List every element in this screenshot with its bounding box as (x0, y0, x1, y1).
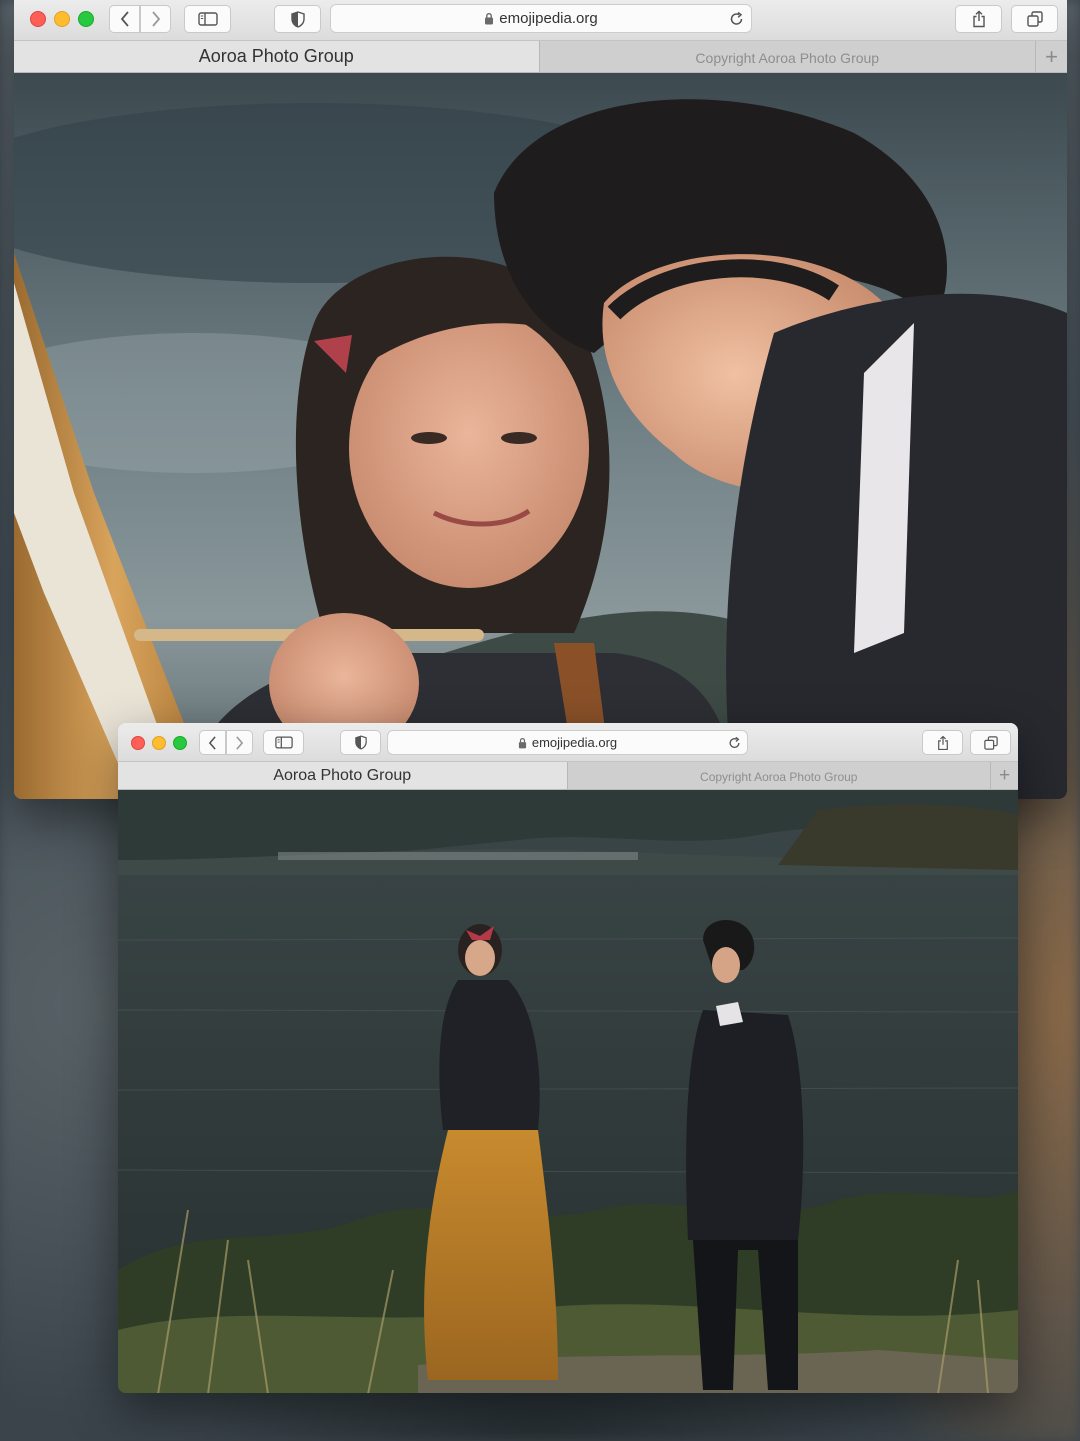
share-icon (937, 735, 948, 750)
lakeside-photo (118, 790, 1018, 1393)
sidebar-button[interactable] (184, 5, 231, 33)
browser-window-back: emojipedia.org Aoroa Photo Group Copyrig… (14, 0, 1067, 799)
forward-icon (151, 11, 160, 27)
forward-button[interactable] (226, 730, 253, 755)
forward-button[interactable] (140, 5, 171, 33)
privacy-shield-icon (354, 735, 367, 750)
address-domain: emojipedia.org (499, 10, 598, 27)
zoom-button[interactable] (78, 11, 94, 27)
toolbar: emojipedia.org (14, 0, 1067, 41)
lock-icon (518, 737, 526, 748)
couple-lakeside-image (118, 790, 1018, 1393)
couple-painting-image (14, 73, 1067, 799)
browser-window-front: emojipedia.org Aoroa Photo Group Copyrig… (118, 723, 1018, 1393)
tabs-overview-button[interactable] (970, 730, 1011, 755)
reload-icon[interactable] (728, 736, 741, 749)
lock-icon (485, 13, 494, 25)
privacy-shield-icon (290, 10, 305, 28)
minimize-button[interactable] (54, 11, 70, 27)
back-button[interactable] (109, 5, 140, 33)
share-button[interactable] (955, 5, 1002, 33)
tab-label: Aoroa Photo Group (198, 46, 354, 66)
back-icon (208, 735, 216, 750)
back-button[interactable] (199, 730, 226, 755)
privacy-report-button[interactable] (340, 730, 381, 755)
privacy-report-button[interactable] (274, 5, 321, 33)
new-tab-button[interactable]: + (1035, 41, 1067, 72)
share-button[interactable] (922, 730, 963, 755)
address-domain: emojipedia.org (531, 735, 618, 750)
reload-icon[interactable] (729, 11, 744, 26)
tab-aoroa-photo-group[interactable]: Aoroa Photo Group (14, 41, 539, 72)
tab-label: Aoroa Photo Group (273, 766, 412, 784)
tabs-overview-button[interactable] (1011, 5, 1058, 33)
close-button[interactable] (30, 11, 46, 27)
new-tab-label: + (1045, 43, 1058, 69)
portrait-photo (14, 73, 1067, 799)
back-icon (120, 11, 129, 27)
tab-aoroa-photo-group[interactable]: Aoroa Photo Group (118, 762, 567, 789)
sidebar-icon (274, 736, 293, 749)
address-bar[interactable]: emojipedia.org (387, 730, 748, 755)
tabs-overview-icon (983, 735, 998, 750)
address-bar[interactable]: emojipedia.org (330, 4, 752, 33)
zoom-button[interactable] (173, 736, 187, 750)
new-tab-label: + (998, 764, 1011, 786)
sidebar-icon (197, 12, 218, 26)
new-tab-button[interactable]: + (990, 762, 1018, 789)
tab-copyright[interactable]: Copyright Aoroa Photo Group (538, 41, 1036, 72)
tab-copyright[interactable]: Copyright Aoroa Photo Group (566, 762, 991, 789)
tabs-overview-icon (1026, 11, 1043, 27)
sidebar-button[interactable] (263, 730, 304, 755)
tab-label: Copyright Aoroa Photo Group (700, 770, 858, 784)
share-icon (972, 10, 985, 28)
tab-bar: Aoroa Photo Group Copyright Aoroa Photo … (118, 762, 1018, 790)
tab-label: Copyright Aoroa Photo Group (695, 50, 880, 66)
forward-icon (236, 735, 244, 750)
tab-bar: Aoroa Photo Group Copyright Aoroa Photo … (14, 41, 1067, 73)
toolbar: emojipedia.org (118, 723, 1018, 762)
minimize-button[interactable] (152, 736, 166, 750)
close-button[interactable] (131, 736, 145, 750)
